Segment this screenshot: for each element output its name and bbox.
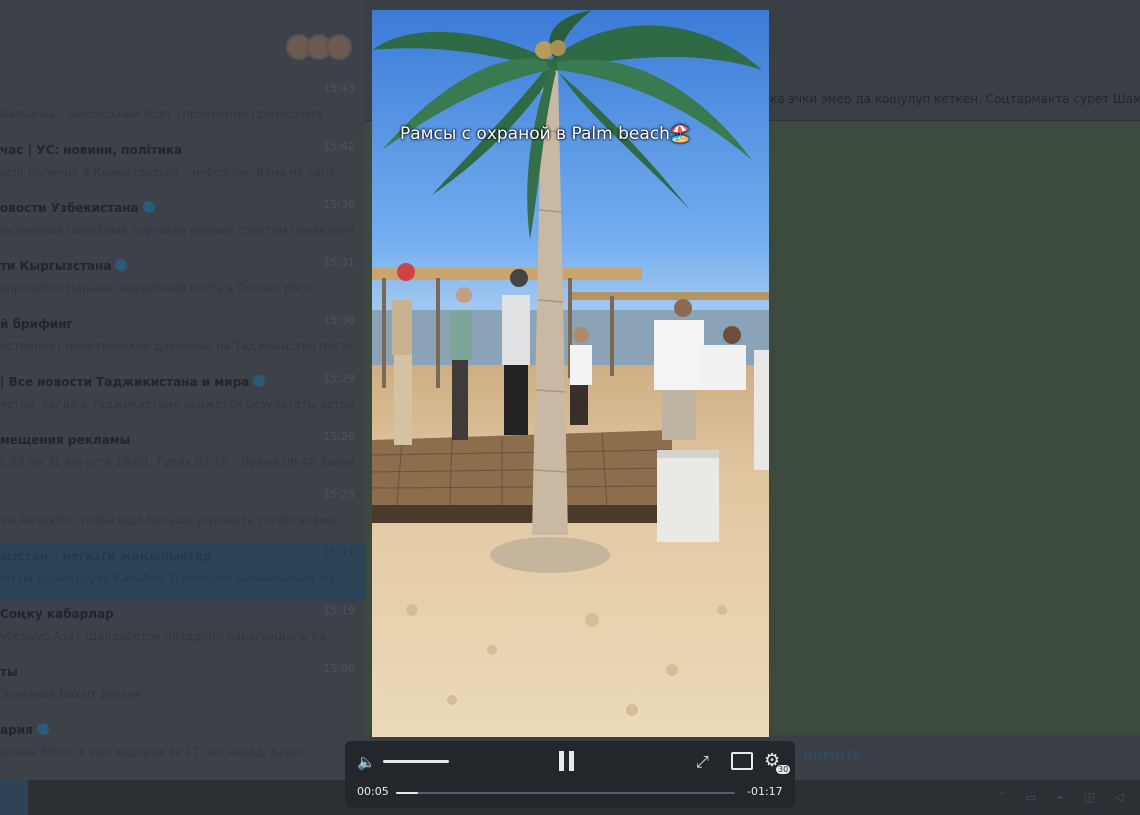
- chat-preview: естно, когда в Таджикистане окажется рез…: [0, 397, 355, 411]
- verified-badge-icon: [253, 375, 266, 387]
- pinned-message-text: ка эчки эмер да кошулуп кеткен. Соцтарма…: [770, 92, 1140, 106]
- chat-title: ты: [0, 665, 18, 679]
- chat-preview: убернур Азат Шабдабетов Instagram барагы…: [0, 629, 326, 643]
- fullscreen-icon[interactable]: ⤢: [696, 752, 709, 772]
- chat-title: Соңку кабарлар: [0, 607, 114, 621]
- chat-title: час | УС: новини, політика: [0, 143, 183, 157]
- speed-badge: 30: [776, 765, 791, 774]
- volume-icon[interactable]: 🔈: [357, 753, 376, 771]
- chat-time: 15:30: [323, 314, 355, 327]
- chat-list-item[interactable]: час | УС: новини, політика 15:42 осій пале…: [0, 138, 365, 196]
- chat-preview: ин на башкаруучу Кальбек Туманбаев Балык…: [0, 571, 336, 585]
- chat-list-item[interactable]: мещения рекламы 15:26 с 29 по 31 августа 1…: [0, 428, 365, 486]
- chat-time: 15:26: [323, 430, 355, 443]
- verified-badge-icon: [142, 201, 155, 213]
- chat-title: овости Узбекистана: [0, 201, 155, 215]
- account-avatars[interactable]: [286, 34, 352, 60]
- verified-badge-icon: [115, 259, 128, 271]
- chat-title: й брифинг: [0, 317, 73, 331]
- chat-preview: Эшманов Бахыт досым: [0, 687, 140, 701]
- chat-time: 15:31: [323, 256, 355, 269]
- chat-time: 15:19: [323, 604, 355, 617]
- chat-time: 15:23: [323, 488, 355, 501]
- chat-preview: Балыкчы – аймоосьний болт управлений пре…: [0, 107, 324, 121]
- chat-preview: с 29 по 31 августа 18:00. Тупик 02:10 – …: [0, 455, 355, 469]
- video-frame[interactable]: Рамсы с охраной в Palm beach🏖️: [372, 10, 769, 737]
- chat-preview: ям Антикоп, чтобы ещё больше угрожать го…: [0, 513, 336, 527]
- seek-progress: [396, 792, 419, 794]
- volume-slider[interactable]: [383, 760, 450, 763]
- video-scene: [372, 10, 769, 737]
- chat-title: мещения рекламы: [0, 433, 131, 447]
- chat-time: 15:43: [323, 82, 355, 95]
- chat-time: 15:36: [323, 198, 355, 211]
- system-tray[interactable]: ˄ ▭ ⌁ ◫ ◁: [1000, 790, 1132, 804]
- chat-time: 15:42: [323, 140, 355, 153]
- remaining-time: -01:17: [747, 785, 783, 798]
- chat-preview: юзвик бетот в зем водорах за 17 час наза…: [0, 745, 308, 759]
- chat-list-item[interactable]: ти Кыргызстана 15:31 спроцессе Нарыны неуд…: [0, 254, 365, 312]
- chat-title: ария: [0, 723, 49, 737]
- verified-badge-icon: [36, 723, 49, 735]
- telegram-taskbar-icon[interactable]: [0, 780, 28, 815]
- chat-time: 15:29: [323, 372, 355, 385]
- pause-icon[interactable]: [559, 751, 579, 775]
- chat-list-item[interactable]: 15:43 Балыкчы – аймоосьний болт управлени…: [0, 80, 365, 138]
- chat-list-item[interactable]: ты 15:06 Эшманов Бахыт досым: [0, 660, 365, 718]
- unmute-button[interactable]: UNMUTE: [803, 749, 861, 763]
- chat-title: ти Кыргызстана: [0, 259, 128, 273]
- chat-list-panel: 15:43 Балыкчы – аймоосьний болт управлени…: [0, 0, 365, 780]
- chat-preview: осій палений в Краматорську – небезпек. …: [0, 165, 336, 179]
- chat-title: | Все новости Таджикистана и мира: [0, 375, 266, 389]
- chat-list-item[interactable]: й брифинг 15:30 оставляет политическое дав…: [0, 312, 365, 370]
- chat-preview: оставляет политическое давление на Таджи…: [0, 339, 355, 353]
- picture-in-picture-icon[interactable]: [731, 752, 753, 770]
- chat-list-item[interactable]: | Все новости Таджикистана и мира 15:29 ес…: [0, 370, 365, 428]
- chat-title: ызстан – негизги жаңылыктар: [0, 549, 212, 563]
- chat-list-header: [0, 0, 365, 80]
- chat-list-item[interactable]: Соңку кабарлар 15:19 убернур Азат Шабдабет…: [0, 602, 365, 660]
- chat-preview: экзаменов подобный торговля разных совет…: [0, 223, 355, 237]
- current-time: 00:05: [357, 785, 389, 798]
- chat-list-item[interactable]: овости Узбекистана 15:36 экзаменов подобны…: [0, 196, 365, 254]
- chat-time: 15:06: [323, 662, 355, 675]
- chat-list-item[interactable]: ызстан – негизги жаңылыктар 15:21 ин на ба…: [0, 544, 365, 602]
- chat-list-item[interactable]: 15:23 ям Антикоп, чтобы ещё больше угрожа…: [0, 486, 365, 544]
- chat-time: 15:21: [323, 546, 355, 559]
- chat-list-item[interactable]: ария юзвик бетот в зем водорах за 17 час …: [0, 718, 365, 776]
- seek-bar[interactable]: [396, 792, 735, 794]
- video-player-controls: 🔈 ⤢ ⚙ 30 00:05 -01:17: [345, 741, 795, 808]
- video-caption: Рамсы с охраной в Palm beach🏖️: [400, 124, 692, 144]
- chat-preview: спроцессе Нарыны неудобный гость к Сосее…: [0, 281, 311, 295]
